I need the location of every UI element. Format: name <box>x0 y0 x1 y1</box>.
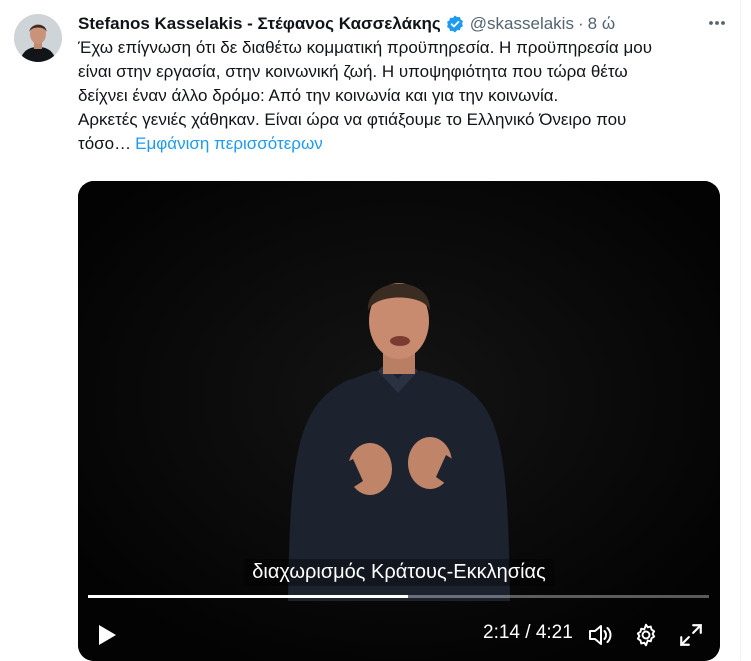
volume-icon[interactable] <box>587 621 613 649</box>
separator-dot: · <box>577 14 584 33</box>
play-icon[interactable] <box>92 621 120 649</box>
verified-badge-icon <box>445 14 465 34</box>
fullscreen-icon[interactable] <box>678 621 704 649</box>
tweet-text-line: Έχω επίγνωση ότι δε διαθέτω κομματική πρ… <box>78 38 652 57</box>
video-caption: διαχωρισμός Κράτους-Εκκλησίας <box>78 559 720 586</box>
timeline-border <box>740 0 741 660</box>
avatar[interactable] <box>14 14 62 62</box>
author-name[interactable]: Stefanos Kasselakis - Στέφανος Κασσελάκη… <box>78 14 441 34</box>
tweet-timestamp[interactable]: 8 ώ <box>588 14 615 34</box>
progress-bar[interactable] <box>88 595 709 598</box>
gear-icon[interactable] <box>633 621 659 649</box>
progress-fill <box>88 595 408 598</box>
tweet-header: Stefanos Kasselakis - Στέφανος Κασσελάκη… <box>78 12 615 36</box>
tweet-text-truncated: τόσο… <box>78 134 132 153</box>
author-handle[interactable]: @skasselakis <box>470 14 574 34</box>
tweet-text-line: Αρκετές γενιές χάθηκαν. Είναι ώρα να φτι… <box>78 110 627 129</box>
tweet-text: Έχω επίγνωση ότι δε διαθέτω κομματική πρ… <box>78 36 723 156</box>
tweet-text-line: είναι στην εργασία, στην κοινωνική ζωή. … <box>78 62 628 81</box>
video-player[interactable]: διαχωρισμός Κράτους-Εκκλησίας 2:14 / 4:2… <box>78 181 720 661</box>
tweet-text-line: δείχνει έναν άλλο δρόμο: Από την κοινωνί… <box>78 86 559 105</box>
caption-text: διαχωρισμός Κράτους-Εκκλησίας <box>244 559 554 586</box>
show-more-link[interactable]: Εμφάνιση περισσότερων <box>135 134 323 153</box>
time-readout: 2:14 / 4:21 <box>483 622 573 643</box>
tweet-text-line-last: τόσο… Εμφάνιση περισσότερων <box>78 132 723 156</box>
video-frame <box>78 181 720 661</box>
more-options-icon[interactable] <box>706 12 728 34</box>
